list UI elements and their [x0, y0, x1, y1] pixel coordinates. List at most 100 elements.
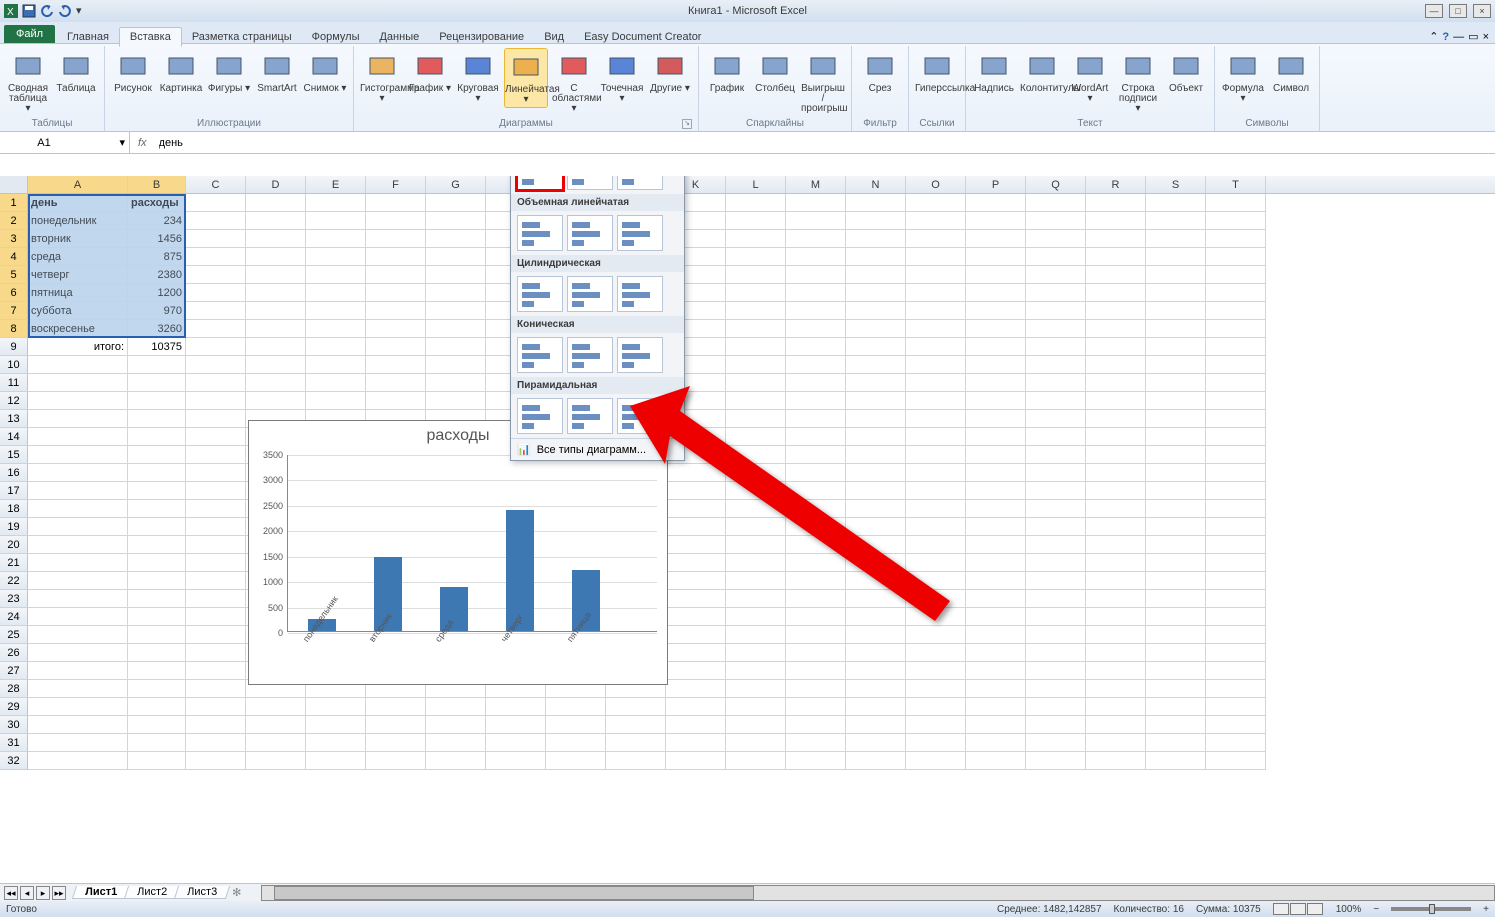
- cell[interactable]: [786, 752, 846, 770]
- cell[interactable]: [1086, 248, 1146, 266]
- row-header[interactable]: 31: [0, 734, 28, 752]
- cell[interactable]: [366, 212, 426, 230]
- cell[interactable]: [906, 734, 966, 752]
- gallery-option[interactable]: [567, 215, 613, 251]
- cell[interactable]: [726, 680, 786, 698]
- gallery-option[interactable]: [517, 398, 563, 434]
- cell[interactable]: [726, 662, 786, 680]
- cell[interactable]: [186, 662, 246, 680]
- cell[interactable]: [966, 716, 1026, 734]
- cell[interactable]: [1146, 500, 1206, 518]
- cell[interactable]: [786, 194, 846, 212]
- cell[interactable]: [966, 248, 1026, 266]
- qat-save-icon[interactable]: [22, 4, 36, 18]
- cell[interactable]: [1206, 266, 1266, 284]
- cell[interactable]: [186, 284, 246, 302]
- cell[interactable]: [186, 554, 246, 572]
- ribbon-tab-Формулы[interactable]: Формулы: [302, 28, 370, 46]
- zoom-in-icon[interactable]: +: [1483, 904, 1489, 915]
- cell[interactable]: [128, 680, 186, 698]
- qat-undo-icon[interactable]: [40, 4, 54, 18]
- cell[interactable]: [128, 392, 186, 410]
- cell[interactable]: [128, 464, 186, 482]
- cell[interactable]: [966, 446, 1026, 464]
- cell[interactable]: [246, 716, 306, 734]
- row-header[interactable]: 21: [0, 554, 28, 572]
- cell[interactable]: [846, 554, 906, 572]
- ribbon-tab-Easy Document Creator[interactable]: Easy Document Creator: [574, 28, 711, 46]
- help-icon[interactable]: ?: [1442, 31, 1449, 43]
- cell[interactable]: [1086, 410, 1146, 428]
- ribbon-button[interactable]: Срез: [858, 48, 902, 96]
- cell[interactable]: [1086, 698, 1146, 716]
- cell[interactable]: [186, 608, 246, 626]
- row-header[interactable]: 14: [0, 428, 28, 446]
- cell[interactable]: расходы: [128, 194, 186, 212]
- cell[interactable]: [1026, 518, 1086, 536]
- cell[interactable]: [786, 248, 846, 266]
- cell[interactable]: [246, 734, 306, 752]
- column-header[interactable]: T: [1206, 176, 1266, 193]
- cell[interactable]: [1206, 554, 1266, 572]
- row-header[interactable]: 18: [0, 500, 28, 518]
- cell[interactable]: [306, 248, 366, 266]
- sheet-nav-prev-icon[interactable]: ◂: [20, 886, 34, 900]
- cell[interactable]: [1146, 464, 1206, 482]
- cell[interactable]: [846, 374, 906, 392]
- column-header[interactable]: S: [1146, 176, 1206, 193]
- ribbon-button[interactable]: Надпись: [972, 48, 1016, 96]
- cell[interactable]: [846, 572, 906, 590]
- cell[interactable]: [306, 266, 366, 284]
- cell[interactable]: [1026, 608, 1086, 626]
- cell[interactable]: [28, 518, 128, 536]
- gallery-option[interactable]: [517, 176, 563, 190]
- cell[interactable]: [1146, 536, 1206, 554]
- cell[interactable]: [846, 518, 906, 536]
- cell[interactable]: [1086, 446, 1146, 464]
- cell[interactable]: [966, 482, 1026, 500]
- cell[interactable]: [426, 212, 486, 230]
- cell[interactable]: [726, 626, 786, 644]
- cell[interactable]: [1086, 266, 1146, 284]
- cell[interactable]: [786, 500, 846, 518]
- cell[interactable]: [966, 680, 1026, 698]
- cell[interactable]: [1026, 644, 1086, 662]
- cell[interactable]: [426, 194, 486, 212]
- cell[interactable]: [1026, 716, 1086, 734]
- row-header[interactable]: 27: [0, 662, 28, 680]
- cell[interactable]: [726, 248, 786, 266]
- cell[interactable]: [186, 230, 246, 248]
- cell[interactable]: [966, 338, 1026, 356]
- gallery-option[interactable]: [617, 337, 663, 373]
- column-header[interactable]: L: [726, 176, 786, 193]
- cell[interactable]: [966, 428, 1026, 446]
- cell[interactable]: вторник: [28, 230, 128, 248]
- cell[interactable]: [28, 608, 128, 626]
- cell[interactable]: [306, 716, 366, 734]
- cell[interactable]: [1026, 752, 1086, 770]
- cell[interactable]: [426, 248, 486, 266]
- cell[interactable]: [726, 284, 786, 302]
- cell[interactable]: [186, 680, 246, 698]
- cell[interactable]: [186, 338, 246, 356]
- gallery-all-chart-types[interactable]: 📊Все типы диаграмм...: [511, 438, 684, 460]
- cell[interactable]: [726, 428, 786, 446]
- row-header[interactable]: 29: [0, 698, 28, 716]
- cell[interactable]: [1146, 752, 1206, 770]
- cell[interactable]: [846, 716, 906, 734]
- cell[interactable]: [1026, 320, 1086, 338]
- cell[interactable]: [1146, 320, 1206, 338]
- cell[interactable]: [846, 662, 906, 680]
- cell[interactable]: [1026, 230, 1086, 248]
- cell[interactable]: [1206, 752, 1266, 770]
- ribbon-tab-Рецензирование[interactable]: Рецензирование: [429, 28, 534, 46]
- cell[interactable]: [666, 662, 726, 680]
- cell[interactable]: [246, 248, 306, 266]
- cell[interactable]: [786, 266, 846, 284]
- cell[interactable]: [966, 500, 1026, 518]
- cell[interactable]: [966, 644, 1026, 662]
- cell[interactable]: [306, 392, 366, 410]
- cell[interactable]: 2380: [128, 266, 186, 284]
- cell[interactable]: [1086, 716, 1146, 734]
- cell[interactable]: [1026, 212, 1086, 230]
